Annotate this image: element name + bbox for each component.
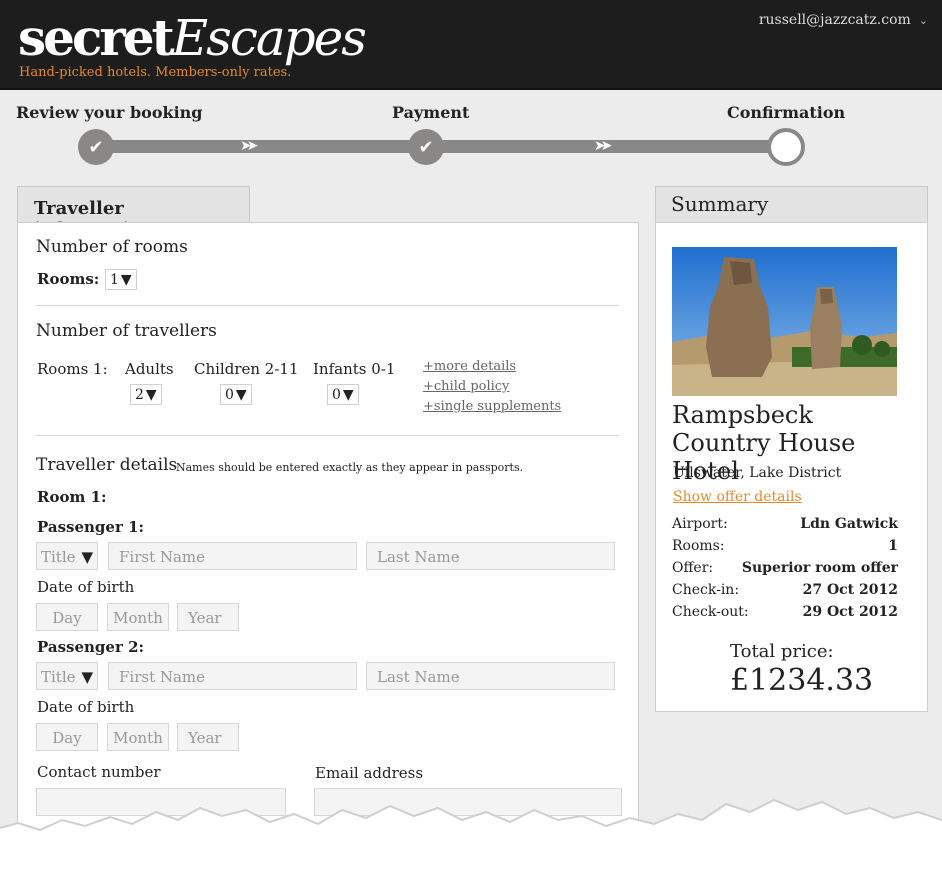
children-label: Children 2-11 xyxy=(194,360,299,378)
title-placeholder: Title xyxy=(41,668,76,686)
room-heading: Room 1: xyxy=(37,488,107,506)
passenger-2-dob-day-input[interactable]: Day xyxy=(36,723,98,751)
passenger-1-dob-year-input[interactable]: Year xyxy=(177,603,239,631)
total-price-label: Total price: xyxy=(730,641,834,662)
dropdown-arrow-icon: ▼ xyxy=(145,386,157,403)
more-details-link[interactable]: +more details xyxy=(423,359,516,374)
summary-value: Superior room offer xyxy=(741,560,898,576)
user-email: russell@jazzcatz.com xyxy=(758,12,911,28)
summary-panel: Rampsbeck Country House Hotel Ullswater,… xyxy=(655,222,928,712)
infants-select-value: 0 xyxy=(332,386,341,403)
adults-label: Adults xyxy=(125,360,174,378)
step-label-confirmation: Confirmation xyxy=(727,103,846,122)
torn-paper-edge xyxy=(0,798,942,871)
summary-value: Ldn Gatwick xyxy=(800,516,898,532)
passenger-2-dob-year-input[interactable]: Year xyxy=(177,723,239,751)
room-row-label: Rooms 1: xyxy=(37,360,108,378)
children-select[interactable]: 0 ▼ xyxy=(220,384,252,405)
site-header: secretEscapes Hand-picked hotels. Member… xyxy=(0,0,942,90)
title-placeholder: Title xyxy=(41,548,76,566)
rooms-section-title: Number of rooms xyxy=(36,237,188,257)
dropdown-arrow-icon: ▼ xyxy=(120,271,132,288)
total-price-value: £1234.33 xyxy=(730,663,874,698)
traveller-panel: Number of rooms Rooms: 1 ▼ Number of trav… xyxy=(17,222,639,862)
passenger-1-dob-day-input[interactable]: Day xyxy=(36,603,98,631)
summary-key: Check-in: xyxy=(672,582,740,598)
rooms-select-value: 1 xyxy=(110,271,119,288)
passenger-1-dob-label: Date of birth xyxy=(37,578,135,596)
adults-select[interactable]: 2 ▼ xyxy=(130,384,162,405)
summary-key: Offer: xyxy=(672,560,714,576)
contact-number-label: Contact number xyxy=(37,763,161,781)
summary-value: 27 Oct 2012 xyxy=(802,582,898,598)
rooms-select[interactable]: 1 ▼ xyxy=(105,269,137,290)
rooms-label: Rooms: xyxy=(37,270,100,288)
passenger-1-first-name-input[interactable]: First Name xyxy=(108,542,357,570)
logo-word-secret: secret xyxy=(18,8,175,67)
step-label-review: Review your booking xyxy=(16,103,203,122)
site-logo[interactable]: secretEscapes xyxy=(18,8,367,68)
step-done-check-icon: ✔ xyxy=(408,129,444,165)
passenger-2-heading: Passenger 2: xyxy=(37,638,145,656)
site-tagline: Hand-picked hotels. Members-only rates. xyxy=(19,65,292,80)
hotel-location: Ullswater, Lake District xyxy=(673,465,842,481)
summary-row-airport: Airport: Ldn Gatwick xyxy=(672,516,898,532)
dropdown-arrow-icon: ▼ xyxy=(342,386,354,403)
chevron-down-icon: ⌄ xyxy=(918,14,928,27)
step-done-check-icon: ✔ xyxy=(78,129,114,165)
tab-traveller-information[interactable]: Traveller information xyxy=(17,186,250,240)
section-divider xyxy=(36,435,619,436)
single-supplements-link[interactable]: +single supplements xyxy=(423,399,561,414)
infants-label: Infants 0-1 xyxy=(313,360,396,378)
summary-row-rooms: Rooms: 1 xyxy=(672,538,898,554)
summary-key: Check-out: xyxy=(672,604,749,620)
passenger-2-last-name-input[interactable]: Last Name xyxy=(366,662,615,690)
progress-arrow-icon: ➤➤ xyxy=(594,138,613,154)
passenger-2-title-select[interactable]: Title ▼ xyxy=(36,662,98,690)
summary-value: 29 Oct 2012 xyxy=(802,604,898,620)
summary-row-check-out: Check-out: 29 Oct 2012 xyxy=(672,604,898,620)
user-account-menu[interactable]: russell@jazzcatz.com ⌄ xyxy=(759,12,928,28)
passenger-1-last-name-input[interactable]: Last Name xyxy=(366,542,615,570)
passenger-1-title-select[interactable]: Title ▼ xyxy=(36,542,98,570)
adults-select-value: 2 xyxy=(135,386,144,403)
step-pending-circle xyxy=(767,128,805,166)
section-divider xyxy=(36,305,619,306)
summary-key: Rooms: xyxy=(672,538,725,554)
summary-row-offer: Offer: Superior room offer xyxy=(672,560,898,576)
show-offer-details-link[interactable]: Show offer details xyxy=(673,489,802,505)
passenger-1-dob-month-input[interactable]: Month xyxy=(107,603,169,631)
travellers-section-title: Number of travellers xyxy=(36,321,217,341)
child-policy-link[interactable]: +child policy xyxy=(423,379,509,394)
summary-row-check-in: Check-in: 27 Oct 2012 xyxy=(672,582,898,598)
infants-select[interactable]: 0 ▼ xyxy=(327,384,359,405)
passenger-2-first-name-input[interactable]: First Name xyxy=(108,662,357,690)
summary-title: Summary xyxy=(655,186,928,223)
dropdown-arrow-icon: ▼ xyxy=(81,548,94,566)
children-select-value: 0 xyxy=(225,386,234,403)
passport-name-note: Names should be entered exactly as they … xyxy=(176,461,524,474)
summary-value: 1 xyxy=(888,538,898,554)
email-address-label: Email address xyxy=(315,764,424,782)
summary-key: Airport: xyxy=(672,516,728,532)
traveller-details-title: Traveller details xyxy=(36,455,178,475)
step-label-payment: Payment xyxy=(392,103,470,122)
dropdown-arrow-icon: ▼ xyxy=(235,386,247,403)
passenger-2-dob-label: Date of birth xyxy=(37,698,135,716)
passenger-2-dob-month-input[interactable]: Month xyxy=(107,723,169,751)
dropdown-arrow-icon: ▼ xyxy=(81,668,94,686)
logo-word-escapes: Escapes xyxy=(171,9,367,67)
hotel-photo xyxy=(672,247,897,396)
progress-arrow-icon: ➤➤ xyxy=(240,138,259,154)
passenger-1-heading: Passenger 1: xyxy=(37,518,145,536)
